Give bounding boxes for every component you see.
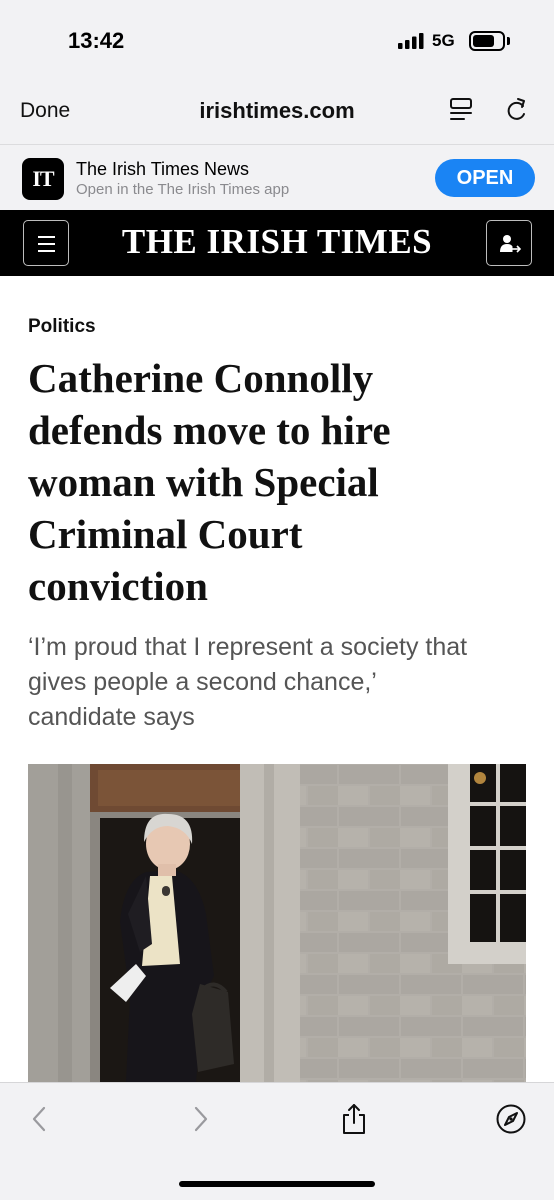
standfirst-line: ‘I’m proud that I represent a society th… [28, 633, 468, 661]
network-type: 5G [432, 31, 455, 50]
reload-icon[interactable] [503, 96, 529, 124]
headline-line: conviction [28, 563, 208, 609]
done-button[interactable]: Done [20, 99, 70, 123]
article-standfirst: ‘I’m proud that I represent a society th… [28, 630, 533, 735]
forward-icon[interactable] [184, 1103, 216, 1135]
headline-line: woman with Special [28, 459, 379, 505]
app-logo: IT [22, 158, 64, 200]
headline-line: defends move to hire [28, 407, 391, 453]
standfirst-line: candidate says [28, 703, 195, 731]
share-icon[interactable] [338, 1103, 370, 1135]
standfirst-line: gives people a second chance,’ [28, 668, 377, 696]
headline-line: Criminal Court [28, 511, 303, 557]
battery-cap [507, 37, 510, 45]
article-headline: Catherine Connolly defends move to hire … [28, 352, 528, 612]
headline-line: Catherine Connolly [28, 355, 374, 401]
signal-icon [398, 33, 424, 49]
home-indicator[interactable] [179, 1181, 375, 1187]
section-label[interactable]: Politics [28, 316, 96, 338]
photo-illustration [28, 764, 526, 1082]
menu-button[interactable] [23, 220, 69, 266]
status-time: 13:42 [68, 28, 125, 53]
app-banner-title: The Irish Times News [76, 159, 250, 179]
app-banner-subtitle: Open in the The Irish Times app [76, 181, 290, 198]
app-banner: IT The Irish Times News Open in the The … [0, 144, 554, 210]
open-app-button[interactable]: OPEN [435, 159, 535, 197]
battery-icon [469, 31, 505, 51]
article-photo[interactable] [28, 764, 526, 1082]
site-header: THE IRISH TIMES [0, 210, 554, 276]
account-icon [500, 235, 521, 253]
account-button[interactable] [486, 220, 532, 266]
address-bar[interactable]: irishtimes.com [199, 98, 354, 123]
back-icon[interactable] [24, 1103, 56, 1135]
browser-bar: Done irishtimes.com [0, 80, 554, 144]
reader-view-icon[interactable] [448, 96, 474, 124]
compass-icon[interactable] [495, 1103, 527, 1135]
masthead-logo: THE IRISH TIMES [121, 222, 433, 261]
status-bar: 13:42 5G [0, 0, 554, 80]
